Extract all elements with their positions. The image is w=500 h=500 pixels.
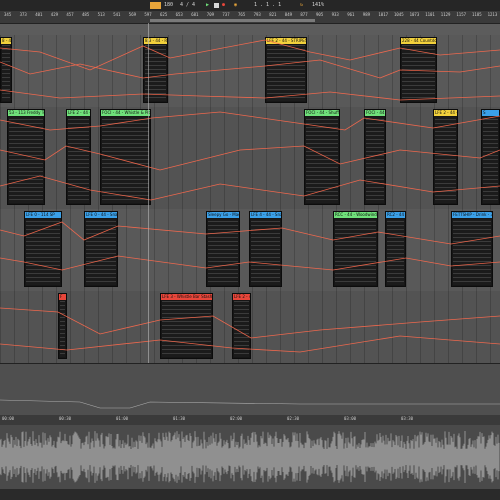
waveform-graphic: [0, 431, 500, 483]
audio-waveform[interactable]: [0, 425, 500, 489]
time-mark: 01:30: [173, 416, 186, 421]
overview-automation: [0, 399, 500, 409]
time-mark: 00:00: [2, 416, 15, 421]
time-mark: 02:30: [287, 416, 300, 421]
status-bar: [0, 489, 500, 500]
time-mark: 03:30: [401, 416, 414, 421]
time-mark: 03:00: [344, 416, 357, 421]
playhead-marker[interactable]: [148, 23, 149, 415]
time-ruler[interactable]: 00:00 00:30 01:00 01:30 02:00 02:30 03:00 03:30: [0, 415, 500, 425]
time-mark: 01:00: [116, 416, 129, 421]
automation-lines[interactable]: [0, 0, 500, 363]
arrangement-overview[interactable]: [0, 363, 500, 416]
time-mark: 00:30: [59, 416, 72, 421]
waveform-path: [0, 431, 500, 483]
time-mark: 02:00: [230, 416, 243, 421]
